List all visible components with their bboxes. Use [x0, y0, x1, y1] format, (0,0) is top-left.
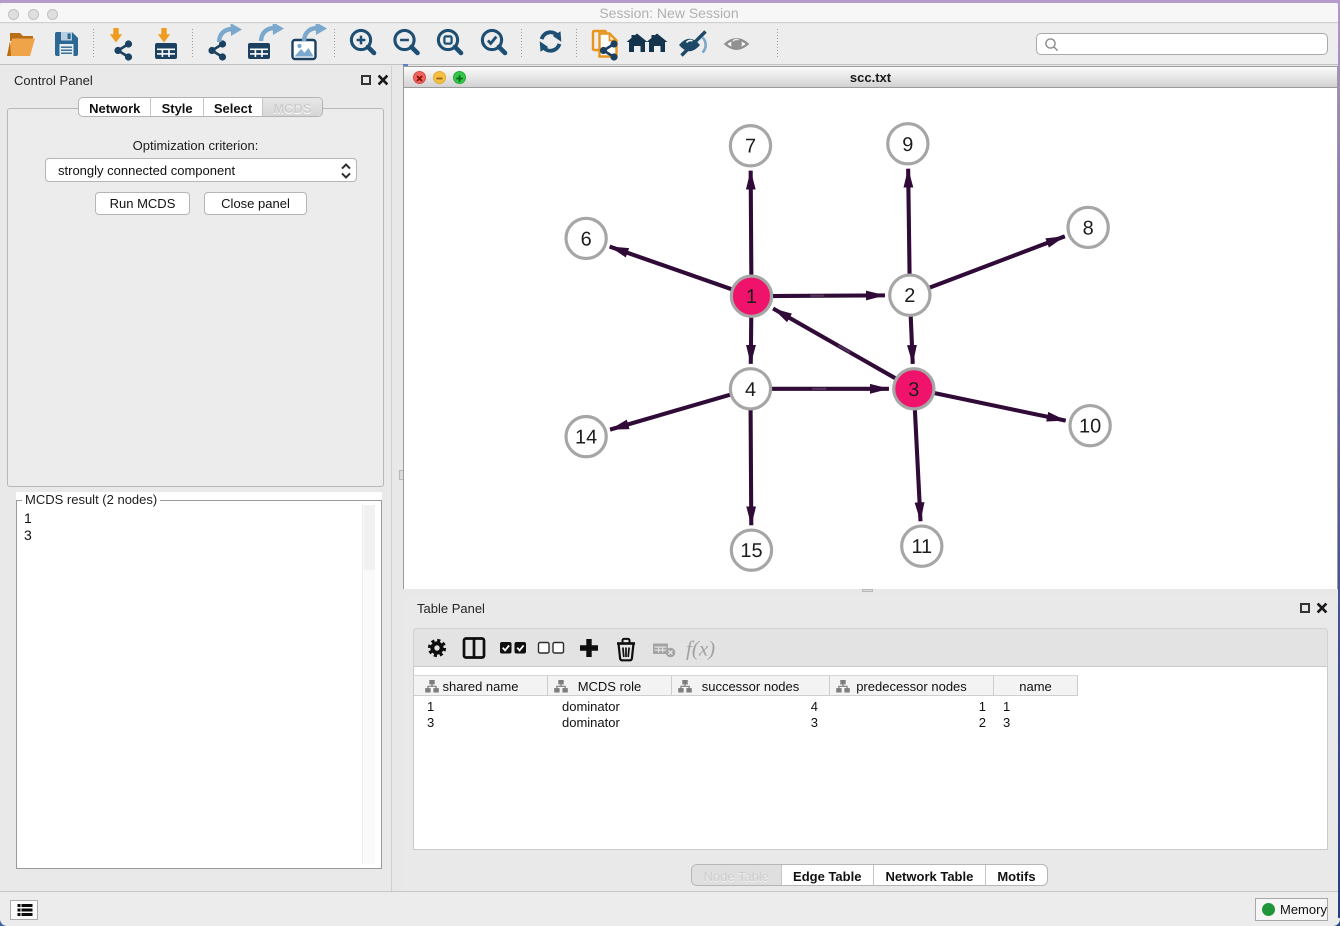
svg-text:10: 10 [1079, 416, 1101, 438]
svg-text:9: 9 [902, 134, 913, 156]
svg-text:4: 4 [745, 379, 756, 401]
svg-text:7: 7 [745, 136, 756, 158]
svg-text:6: 6 [581, 228, 592, 250]
svg-text:8: 8 [1083, 217, 1094, 239]
svg-text:15: 15 [740, 540, 762, 562]
svg-text:3: 3 [908, 379, 919, 401]
svg-text:2: 2 [904, 285, 915, 307]
svg-text:11: 11 [911, 536, 932, 558]
svg-text:14: 14 [575, 427, 597, 449]
svg-text:1: 1 [746, 286, 757, 308]
svg-text:f(x): f(x) [686, 637, 715, 661]
